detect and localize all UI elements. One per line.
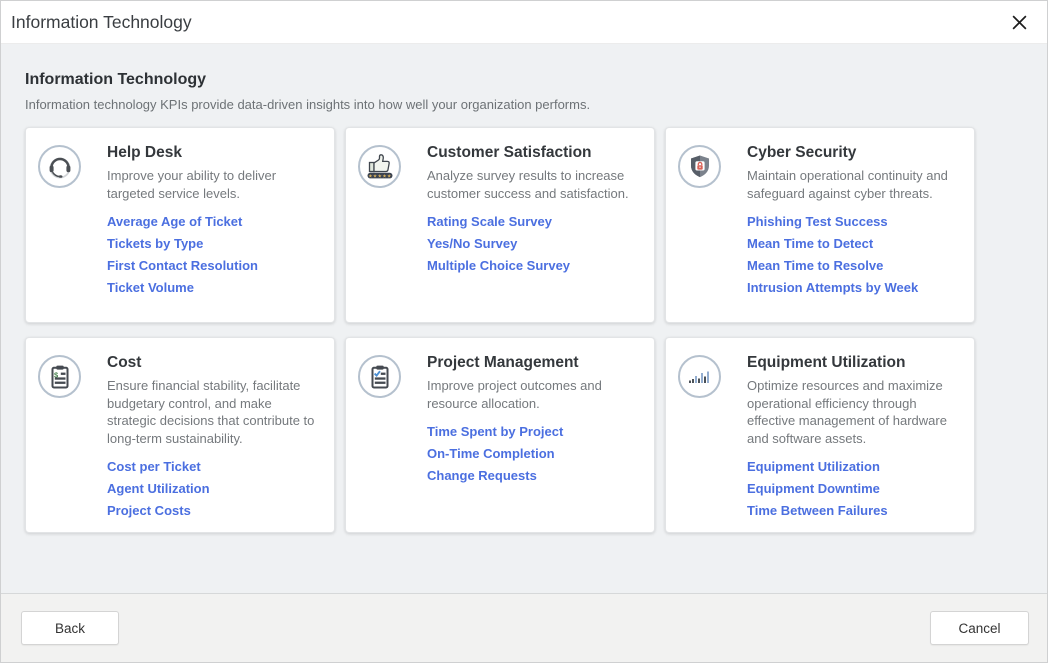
kpi-link-first-contact-resolution[interactable]: First Contact Resolution bbox=[107, 258, 320, 274]
card-links: Average Age of Ticket Tickets by Type Fi… bbox=[107, 214, 320, 296]
thumbs-up-rating-icon: ★★★★★ bbox=[358, 145, 401, 188]
card-links: Equipment Utilization Equipment Downtime… bbox=[747, 459, 960, 519]
information-technology-dialog: Information Technology Information Techn… bbox=[0, 0, 1048, 663]
dialog-footer: Back Cancel bbox=[1, 593, 1047, 662]
kpi-card-customer-satisfaction: ★★★★★ Customer Satisfaction Analyze surv… bbox=[345, 127, 655, 323]
kpi-link-tickets-by-type[interactable]: Tickets by Type bbox=[107, 236, 320, 252]
page-subtitle: Information technology KPIs provide data… bbox=[25, 97, 1023, 112]
kpi-link-project-costs[interactable]: Project Costs bbox=[107, 503, 320, 519]
kpi-link-mean-time-to-resolve[interactable]: Mean Time to Resolve bbox=[747, 258, 960, 274]
checklist-icon bbox=[358, 355, 401, 398]
shield-lock-icon bbox=[678, 145, 721, 188]
headset-icon bbox=[38, 145, 81, 188]
kpi-card-cost: $ Cost Ensure financial stability, facil… bbox=[25, 337, 335, 533]
kpi-link-rating-scale-survey[interactable]: Rating Scale Survey bbox=[427, 214, 640, 230]
kpi-card-help-desk: Help Desk Improve your ability to delive… bbox=[25, 127, 335, 323]
card-title: Cyber Security bbox=[747, 143, 960, 162]
bar-chart-icon bbox=[678, 355, 721, 398]
page-title: Information Technology bbox=[25, 71, 1023, 89]
card-title: Project Management bbox=[427, 353, 640, 372]
kpi-card-project-management: Project Management Improve project outco… bbox=[345, 337, 655, 533]
kpi-link-ticket-volume[interactable]: Ticket Volume bbox=[107, 280, 320, 296]
close-icon[interactable] bbox=[1005, 8, 1033, 36]
card-links: Cost per Ticket Agent Utilization Projec… bbox=[107, 459, 320, 519]
kpi-link-time-between-failures[interactable]: Time Between Failures bbox=[747, 503, 960, 519]
card-description: Improve your ability to deliver targeted… bbox=[107, 167, 320, 202]
dialog-titlebar: Information Technology bbox=[1, 1, 1047, 44]
kpi-card-grid: Help Desk Improve your ability to delive… bbox=[25, 127, 975, 533]
dollar-clipboard-icon: $ bbox=[38, 355, 81, 398]
kpi-link-phishing-test-success[interactable]: Phishing Test Success bbox=[747, 214, 960, 230]
dialog-content: Information Technology Information techn… bbox=[1, 44, 1047, 593]
back-button[interactable]: Back bbox=[21, 611, 119, 645]
kpi-link-equipment-utilization[interactable]: Equipment Utilization bbox=[747, 459, 960, 475]
card-links: Rating Scale Survey Yes/No Survey Multip… bbox=[427, 214, 640, 274]
kpi-link-multiple-choice-survey[interactable]: Multiple Choice Survey bbox=[427, 258, 640, 274]
kpi-card-cyber-security: Cyber Security Maintain operational cont… bbox=[665, 127, 975, 323]
card-title: Help Desk bbox=[107, 143, 320, 162]
card-description: Improve project outcomes and resource al… bbox=[427, 377, 640, 412]
card-description: Analyze survey results to increase custo… bbox=[427, 167, 640, 202]
card-title: Customer Satisfaction bbox=[427, 143, 640, 162]
kpi-link-intrusion-attempts-by-week[interactable]: Intrusion Attempts by Week bbox=[747, 280, 960, 296]
card-title: Cost bbox=[107, 353, 320, 372]
card-links: Time Spent by Project On-Time Completion… bbox=[427, 424, 640, 484]
card-description: Ensure financial stability, facilitate b… bbox=[107, 377, 320, 447]
kpi-card-equipment-utilization: Equipment Utilization Optimize resources… bbox=[665, 337, 975, 533]
dialog-title: Information Technology bbox=[11, 12, 192, 33]
kpi-link-change-requests[interactable]: Change Requests bbox=[427, 468, 640, 484]
card-description: Optimize resources and maximize operatio… bbox=[747, 377, 960, 447]
kpi-link-yes-no-survey[interactable]: Yes/No Survey bbox=[427, 236, 640, 252]
svg-text:★★★★★: ★★★★★ bbox=[368, 173, 392, 179]
kpi-link-equipment-downtime[interactable]: Equipment Downtime bbox=[747, 481, 960, 497]
kpi-link-cost-per-ticket[interactable]: Cost per Ticket bbox=[107, 459, 320, 475]
kpi-link-agent-utilization[interactable]: Agent Utilization bbox=[107, 481, 320, 497]
cancel-button[interactable]: Cancel bbox=[930, 611, 1029, 645]
card-description: Maintain operational continuity and safe… bbox=[747, 167, 960, 202]
kpi-link-time-spent-by-project[interactable]: Time Spent by Project bbox=[427, 424, 640, 440]
kpi-link-average-age-of-ticket[interactable]: Average Age of Ticket bbox=[107, 214, 320, 230]
kpi-link-mean-time-to-detect[interactable]: Mean Time to Detect bbox=[747, 236, 960, 252]
card-links: Phishing Test Success Mean Time to Detec… bbox=[747, 214, 960, 296]
card-title: Equipment Utilization bbox=[747, 353, 960, 372]
kpi-link-on-time-completion[interactable]: On-Time Completion bbox=[427, 446, 640, 462]
